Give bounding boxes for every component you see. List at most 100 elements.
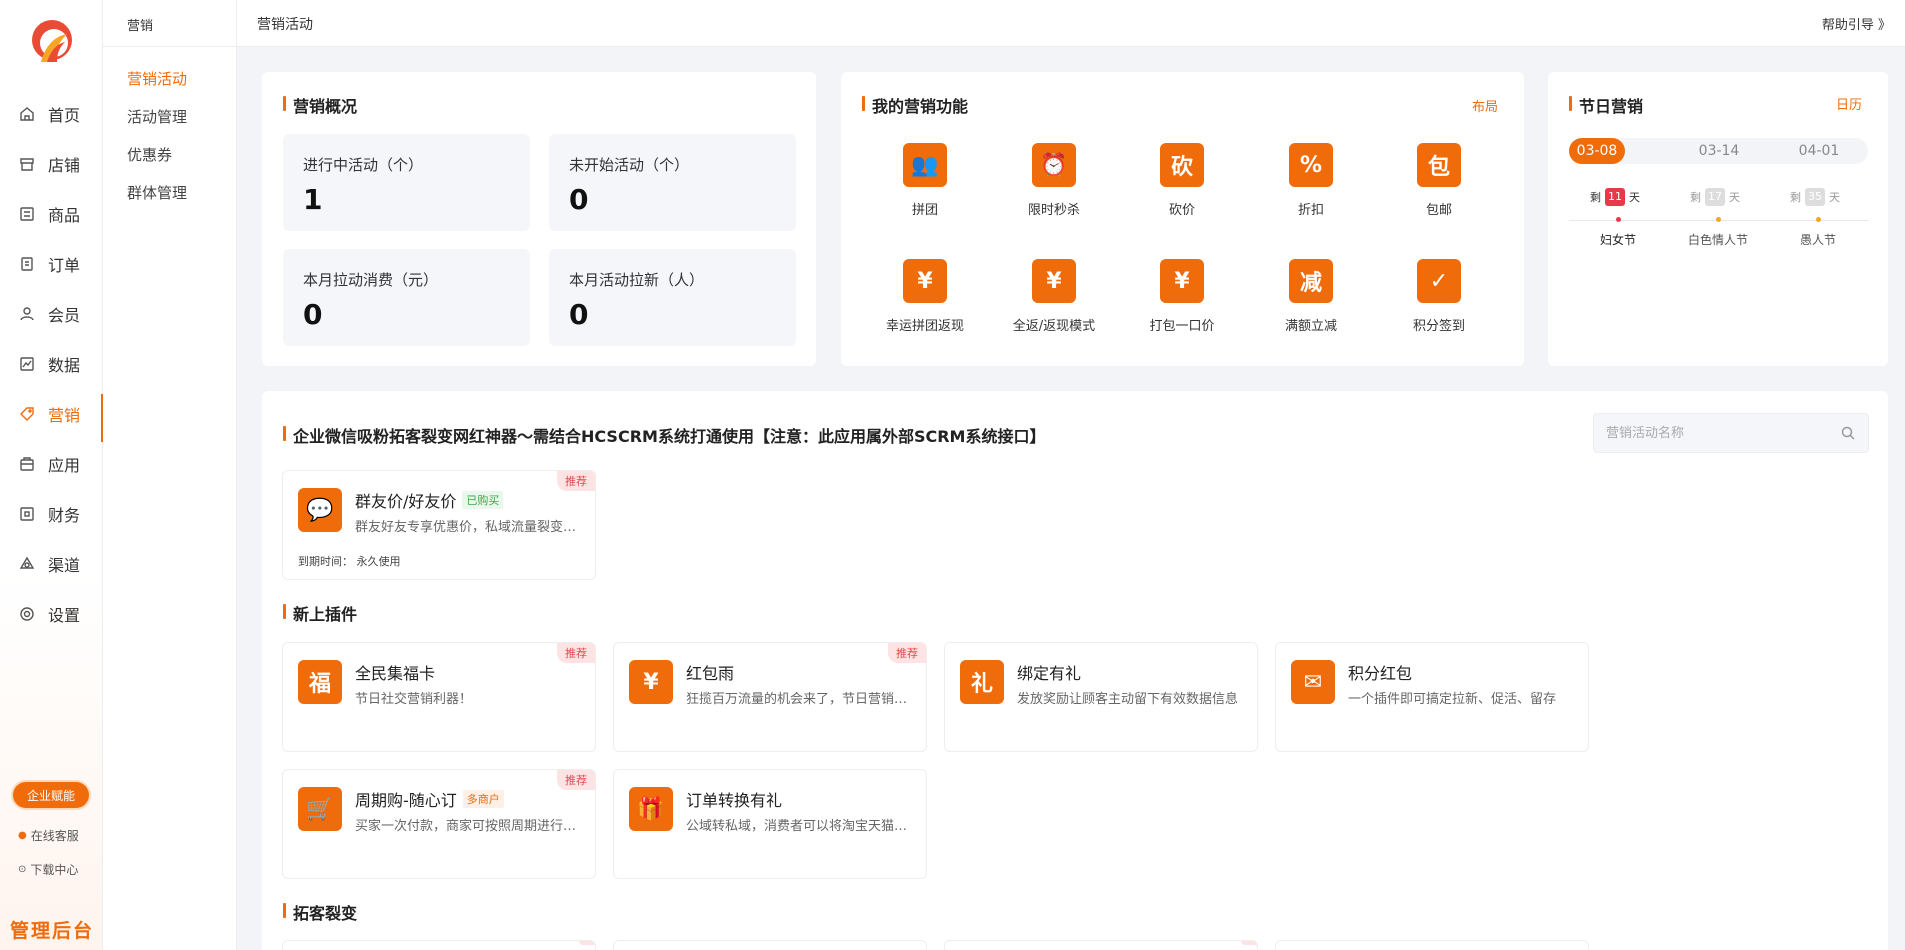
plugin-partial[interactable] (613, 940, 927, 950)
feature-discount[interactable]: % 折扣 (1256, 143, 1366, 218)
plugin-points-envelope[interactable]: ✉ 积分红包 一个插件即可搞定拉新、促活、留存 (1275, 642, 1589, 752)
feature-full-reduction[interactable]: 减 满额立减 (1256, 259, 1366, 334)
feature-label: 拼团 (911, 203, 938, 218)
overview-title: 营销概况 (283, 93, 357, 117)
nav-label: 设置 (48, 606, 81, 625)
cart-icon: 🛒 (298, 787, 342, 831)
subnav-item-groups[interactable]: 群体管理 (127, 182, 187, 203)
feature-bargain[interactable]: 砍 砍价 (1127, 143, 1237, 218)
plugin-group-friend-price[interactable]: 💬 群友价/好友价 已购买 群友好友专享优惠价，私域流量裂变神器 到期时间： 永… (282, 470, 596, 580)
nav-item-member[interactable]: 会员 (0, 294, 103, 334)
stat-label: 进行中活动（个） (303, 156, 424, 174)
feature-bundle-price[interactable]: ¥ 打包一口价 (1127, 259, 1237, 334)
date-tab[interactable]: 03-08 (1569, 138, 1625, 164)
nav-label: 渠道 (48, 556, 81, 575)
nav-item-order[interactable]: 订单 (0, 244, 103, 284)
chart-icon (18, 355, 36, 373)
channel-icon (18, 555, 36, 573)
date-tab[interactable]: 03-14 (1691, 138, 1747, 164)
search-input[interactable] (1594, 414, 1824, 452)
nav-item-channel[interactable]: 渠道 (0, 544, 103, 584)
feature-full-return[interactable]: ¥ 全返/返现模式 (999, 259, 1109, 334)
gift-box-icon: 礼 (960, 660, 1004, 704)
member-icon (18, 305, 36, 323)
wecom-section-title: 企业微信吸粉拓客裂变网红神器～需结合HCSCRM系统打通使用【注意：此应用属外部… (283, 423, 1045, 447)
plugin-desc: 群友好友专享优惠价，私域流量裂变神器 (355, 520, 583, 535)
plugin-bind-gift[interactable]: 礼 绑定有礼 发放奖励让顾客主动留下有效数据信息 (944, 642, 1258, 752)
main-nav: 首页 店铺 商品 订单 会员 数据 营销 应用 财务 渠道 设置 企业赋能 ● … (0, 0, 104, 950)
date-tab[interactable]: 04-01 (1791, 138, 1847, 164)
nav-label: 财务 (48, 506, 81, 525)
plugin-title-row: 周期购-随心订 多商户 (355, 787, 504, 811)
breadcrumb: 营销活动 (257, 17, 313, 33)
free-shipping-icon: 包 (1417, 143, 1461, 187)
subnav-title: 营销 (103, 0, 236, 47)
recommend-badge: 推荐 (557, 643, 595, 663)
expire-value: 永久使用 (356, 555, 401, 568)
nav-label: 店铺 (48, 156, 81, 175)
help-guide-link[interactable]: 帮助引导 》 (1822, 14, 1891, 33)
plugin-periodic-purchase[interactable]: 🛒 周期购-随心订 多商户 买家一次付款，商家可按照周期进行配送 推荐 (282, 769, 596, 879)
plugin-partial[interactable] (282, 940, 596, 950)
nav-item-app[interactable]: 应用 (0, 444, 103, 484)
countdown-days: 17 (1705, 188, 1725, 206)
plugin-fortune-card[interactable]: 福 全民集福卡 节日社交营销利器！ 推荐 (282, 642, 596, 752)
expire-label: 到期时间： (298, 555, 353, 568)
plugin-partial[interactable] (1275, 940, 1589, 950)
holiday-name: 愚人节 (1799, 233, 1836, 247)
online-service-link[interactable]: ● 在线客服 (18, 827, 79, 844)
bargain-icon: 砍 (1160, 143, 1204, 187)
plugin-desc: 狂揽百万流量的机会来了，节日营销必备 (686, 692, 914, 707)
subnav-item-activity-manage[interactable]: 活动管理 (127, 106, 187, 127)
holiday-name: 白色情人节 (1687, 233, 1748, 247)
subnav-item-campaigns[interactable]: 营销活动 (127, 68, 187, 89)
subnav-item-coupons[interactable]: 优惠券 (127, 144, 172, 165)
plugin-expire: 到期时间： 永久使用 (298, 553, 401, 569)
expand-section-title: 拓客裂变 (283, 900, 357, 924)
nav-item-goods[interactable]: 商品 (0, 194, 103, 234)
layout-link[interactable]: 布局 (1472, 96, 1498, 115)
feature-points-checkin[interactable]: ✓ 积分签到 (1384, 259, 1494, 334)
feature-label: 砍价 (1168, 203, 1195, 218)
plugin-desc: 一个插件即可搞定拉新、促活、留存 (1348, 692, 1557, 707)
feature-flash-sale[interactable]: ⏰ 限时秒杀 (999, 143, 1109, 218)
nav-item-settings[interactable]: 设置 (0, 594, 103, 634)
recommend-badge (1241, 941, 1257, 945)
nav-item-marketing[interactable]: 营销 (0, 394, 104, 442)
nav-item-store[interactable]: 店铺 (0, 144, 103, 184)
feature-group-buy[interactable]: 👥 拼团 (870, 143, 980, 218)
feature-free-shipping[interactable]: 包 包邮 (1384, 143, 1494, 218)
stat-value: 0 (569, 298, 589, 331)
countdown-days: 11 (1605, 188, 1625, 206)
nav-item-data[interactable]: 数据 (0, 344, 103, 384)
present-icon: 🎁 (629, 787, 673, 831)
download-icon: ⊙ (18, 864, 27, 875)
plugin-order-convert-gift[interactable]: 🎁 订单转换有礼 公域转私域，消费者可以将淘宝天猫订单转换 (613, 769, 927, 879)
stat-pending: 未开始活动（个） 0 (549, 134, 796, 231)
purchased-tag: 已购买 (462, 491, 504, 509)
calendar-link[interactable]: 日历 (1836, 94, 1862, 113)
plugin-red-envelope-rain[interactable]: ¥ 红包雨 狂揽百万流量的机会来了，节日营销必备 推荐 (613, 642, 927, 752)
nav-item-finance[interactable]: 财务 (0, 494, 103, 534)
plugin-partial[interactable] (944, 940, 1258, 950)
feature-lucky-group-cashback[interactable]: ¥ 幸运拼团返现 (870, 259, 980, 334)
recommend-badge: 推荐 (888, 643, 926, 663)
stat-value: 1 (303, 183, 323, 216)
feature-label: 包邮 (1425, 203, 1452, 218)
goods-icon (18, 205, 36, 223)
countdown-prefix: 剩 (1690, 191, 1701, 204)
enterprise-badge-button[interactable]: 企业赋能 (13, 782, 89, 808)
plugin-title: 绑定有礼 (1017, 664, 1082, 683)
download-center-link[interactable]: ⊙ 下载中心 (18, 861, 78, 878)
return-money-icon: ¥ (1032, 259, 1076, 303)
envelope-icon: ✉ (1291, 660, 1335, 704)
order-icon (18, 255, 36, 273)
timeline-dot (1816, 217, 1821, 222)
feature-label: 满额立减 (1284, 319, 1337, 334)
service-label: 在线客服 (30, 829, 79, 843)
chat-bubble-icon: 💬 (298, 488, 342, 532)
nav-item-home[interactable]: 首页 (0, 94, 103, 134)
nav-label: 商品 (48, 206, 81, 225)
search-icon[interactable] (1840, 425, 1856, 441)
tag-icon (18, 405, 36, 423)
